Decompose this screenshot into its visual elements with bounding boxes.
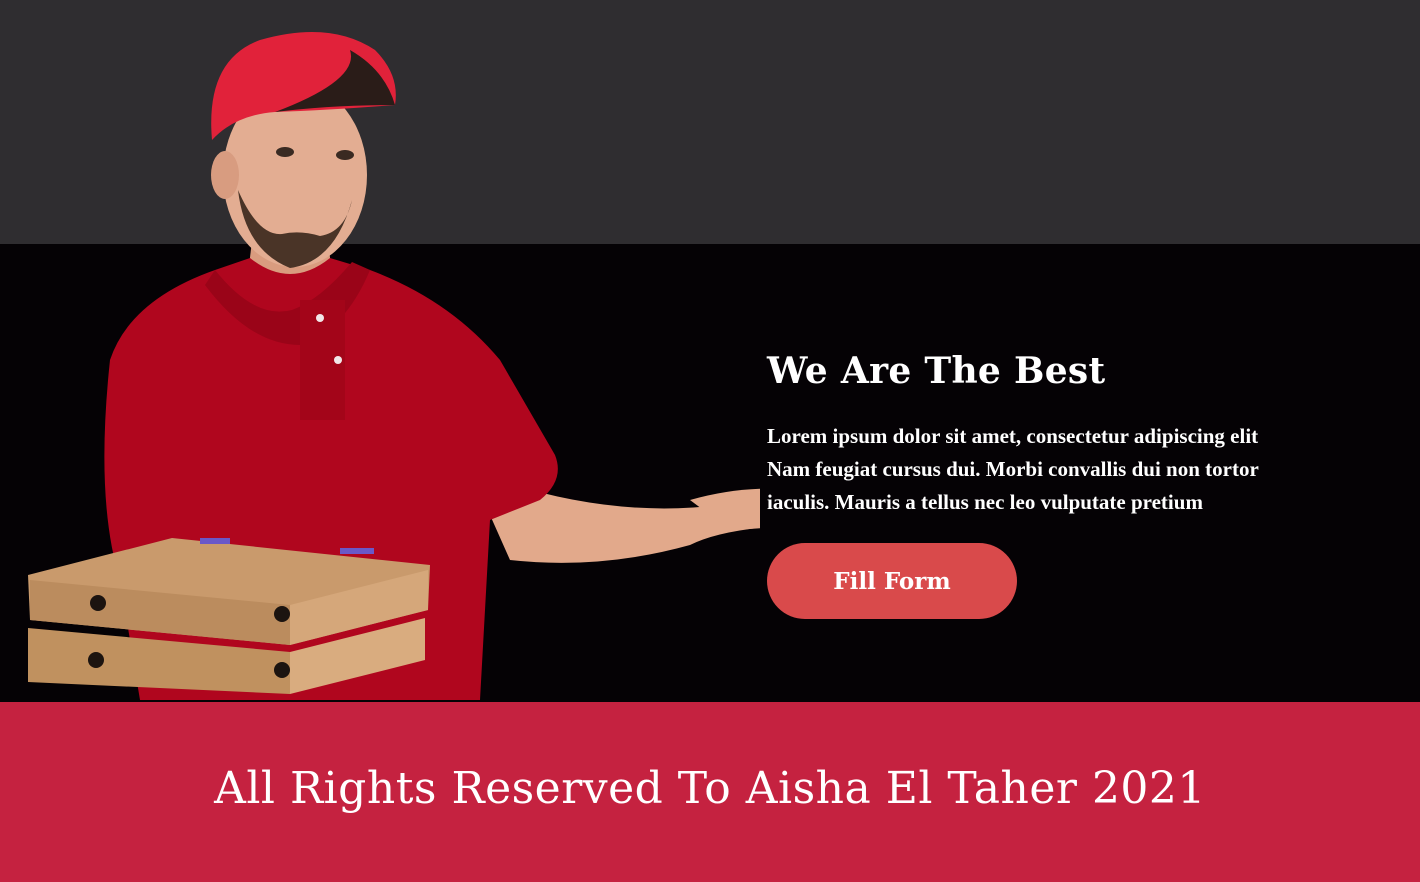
footer: All Rights Reserved To Aisha El Taher 20… <box>0 702 1420 882</box>
footer-copyright: All Rights Reserved To Aisha El Taher 20… <box>214 762 1206 814</box>
hero-description: Lorem ipsum dolor sit amet, consectetur … <box>767 424 1259 514</box>
fill-form-button[interactable]: Fill Form <box>767 543 1017 619</box>
pizza-boxes <box>28 538 430 694</box>
hero-copy: We Are The Best Lorem ipsum dolor sit am… <box>767 350 1367 519</box>
hero-title: We Are The Best <box>767 350 1106 392</box>
page: We Are The Best Lorem ipsum dolor sit am… <box>0 0 1420 882</box>
delivery-man-image <box>28 32 760 700</box>
